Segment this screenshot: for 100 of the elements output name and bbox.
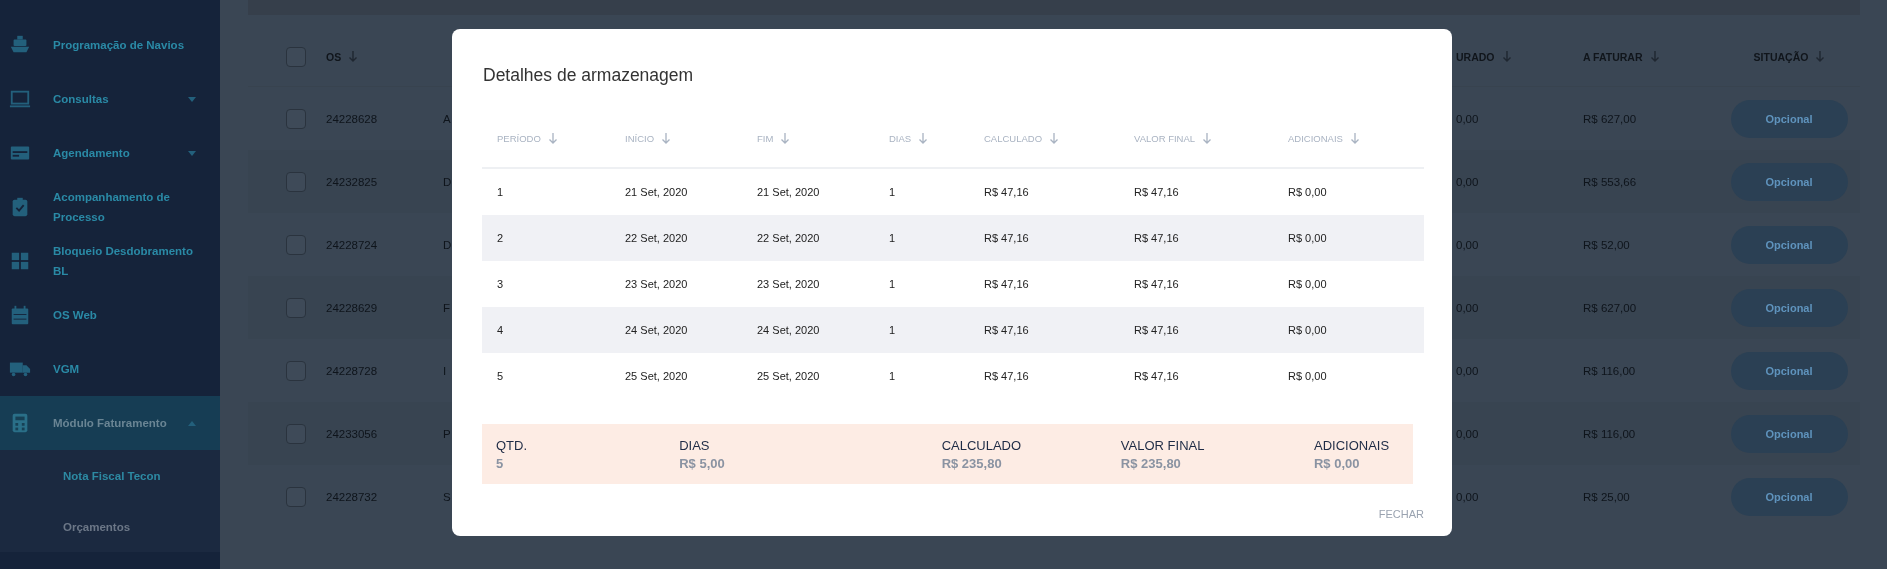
summary-value: R$ 5,00: [679, 455, 726, 471]
row-checkbox[interactable]: [286, 171, 306, 192]
sort-arrow-icon: [349, 51, 358, 62]
row-checkbox[interactable]: [286, 234, 306, 255]
table-cell-text: R$ 47,16: [1133, 232, 1180, 244]
table-cell-text: 24 Set, 2020: [756, 324, 821, 336]
table-cell-text: 2: [496, 232, 505, 244]
menu-label: OS Web: [53, 308, 98, 323]
table-cell-text: R$ 0,00: [1287, 370, 1328, 382]
column-header[interactable]: FIM: [742, 133, 874, 144]
table-cell-text: 23 Set, 2020: [756, 278, 821, 290]
menu-label: Agendamento: [53, 146, 131, 161]
table-cell-text: 21 Set, 2020: [756, 186, 821, 198]
sidebar-item[interactable]: OS Web: [0, 288, 220, 342]
table-cell-text: R$ 47,16: [1133, 278, 1180, 290]
table-cell-text: R$ 47,16: [983, 370, 1030, 382]
status-button[interactable]: Opcional: [1730, 477, 1848, 516]
column-header[interactable]: INÍCIO: [610, 133, 742, 144]
table-cell-text: 1: [888, 324, 897, 336]
sidebar-item[interactable]: Programação de Navios: [0, 18, 220, 72]
table-cell-text: 0,00: [1456, 364, 1480, 377]
sort-arrow-icon: [1350, 133, 1359, 144]
dialog-title: Detalhes de armazenagem: [483, 65, 695, 86]
column-header[interactable]: DIAS: [874, 133, 969, 144]
submenu-item[interactable]: Orçamentos: [0, 501, 220, 552]
table-cell-text: R$ 47,16: [1133, 186, 1180, 198]
table-cell-text: 0,00: [1456, 490, 1480, 503]
table-cell: A: [443, 112, 451, 125]
table-cell-text: R$ 52,00: [1583, 238, 1631, 251]
summary-value: R$ 235,80: [941, 455, 1003, 471]
column-header[interactable]: SITUAÇÃO: [1753, 50, 1825, 63]
sort-arrow-icon: [1203, 133, 1212, 144]
status-button[interactable]: Opcional: [1730, 414, 1848, 453]
column-header[interactable]: URADO: [1456, 50, 1511, 63]
table-cell-text: R$ 0,00: [1287, 278, 1328, 290]
sort-arrow-icon: [548, 133, 557, 144]
menu-label: Módulo Faturamento: [53, 416, 168, 431]
row-checkbox[interactable]: [286, 486, 306, 507]
monitor-icon: [9, 88, 31, 110]
summary-value: R$ 0,00: [1313, 455, 1361, 471]
table-cell-text: R$ 0,00: [1287, 186, 1328, 198]
table-cell-text: R$ 627,00: [1583, 112, 1638, 125]
status-button[interactable]: Opcional: [1730, 288, 1848, 327]
sidebar-item[interactable]: Acompanhamento de Processo: [0, 180, 220, 234]
summary-label: CALCULADO: [941, 437, 1023, 453]
sidebar-item[interactable]: Módulo Faturamento: [0, 396, 220, 450]
sort-arrow-icon: [1816, 51, 1825, 62]
table-cell-text: 1: [888, 232, 897, 244]
table-cell-text: 5: [496, 370, 505, 382]
table-cell-text: R$ 116,00: [1583, 364, 1637, 377]
table-cell-text: 0,00: [1456, 112, 1480, 125]
row-checkbox[interactable]: [286, 108, 306, 129]
column-header[interactable]: ADICIONAIS: [1273, 133, 1423, 144]
sort-arrow-icon: [781, 133, 790, 144]
summary-label: QTD.: [496, 437, 529, 453]
select-all-checkbox[interactable]: [286, 46, 306, 67]
table-cell-text: 24228732: [326, 490, 379, 503]
grid-icon: [9, 250, 31, 272]
row-checkbox[interactable]: [286, 297, 306, 318]
table-cell-text: R$ 47,16: [983, 278, 1030, 290]
submenu-item[interactable]: Nota Fiscal Tecon: [0, 450, 220, 501]
sidebar-item[interactable]: Consultas: [0, 72, 220, 126]
sidebar-item[interactable]: Agendamento: [0, 126, 220, 180]
table-cell-text: R$ 47,16: [983, 186, 1030, 198]
column-header[interactable]: A FATURAR: [1583, 50, 1659, 63]
table-cell: S: [443, 490, 451, 503]
table-cell-text: 25 Set, 2020: [756, 370, 821, 382]
table-cell-text: 24228628: [326, 112, 379, 125]
status-button[interactable]: Opcional: [1730, 99, 1848, 138]
table-cell-text: R$ 47,16: [1133, 324, 1180, 336]
summary-label: ADICIONAIS: [1313, 437, 1391, 453]
table-cell-text: 22 Set, 2020: [624, 232, 689, 244]
table-cell-text: 24228728: [326, 364, 379, 377]
menu-label: Programação de Navios: [53, 38, 186, 53]
column-header[interactable]: OS: [326, 50, 358, 63]
table-cell-text: 22 Set, 2020: [756, 232, 821, 244]
column-header[interactable]: CALCULADO: [969, 133, 1119, 144]
menu-label: Acompanhamento de Processo: [53, 190, 171, 225]
menu-label: VGM: [53, 362, 81, 377]
sidebar-item[interactable]: VGM: [0, 342, 220, 396]
sort-arrow-icon: [662, 133, 671, 144]
table-cell-text: R$ 25,00: [1583, 490, 1631, 503]
row-checkbox[interactable]: [286, 423, 306, 444]
column-header[interactable]: PERÍODO: [482, 133, 610, 144]
table-cell-text: R$ 0,00: [1287, 232, 1328, 244]
summary-value: R$ 235,80: [1120, 455, 1182, 471]
menu-label: Consultas: [53, 92, 110, 107]
status-button[interactable]: Opcional: [1730, 162, 1848, 201]
row-checkbox[interactable]: [286, 360, 306, 381]
column-header[interactable]: VALOR FINAL: [1119, 133, 1273, 144]
sort-arrow-icon: [1650, 51, 1659, 62]
table-cell-text: 25 Set, 2020: [624, 370, 689, 382]
status-button[interactable]: Opcional: [1730, 225, 1848, 264]
menu-label: Bloqueio Desdobramento BL: [53, 244, 194, 279]
sidebar-item[interactable]: Bloqueio Desdobramento BL: [0, 234, 220, 288]
summary-label: DIAS: [679, 437, 711, 453]
status-button[interactable]: Opcional: [1730, 351, 1848, 390]
close-button[interactable]: FECHAR: [1378, 504, 1424, 524]
table-cell: D: [443, 238, 452, 251]
summary-value: 5: [496, 455, 505, 471]
